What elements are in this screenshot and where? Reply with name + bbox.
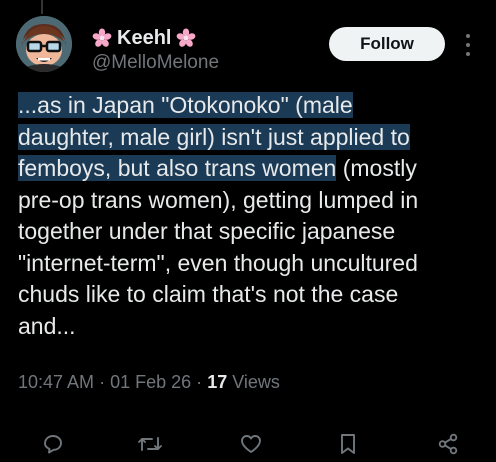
author-name-row[interactable]: Keehl xyxy=(92,26,196,50)
tweet-text: ...as in Japan "Otokonoko" (male daughte… xyxy=(18,90,488,342)
meta-separator: · xyxy=(99,372,106,392)
views-count[interactable]: 17 xyxy=(207,372,227,392)
avatar[interactable] xyxy=(16,16,72,72)
cherry-blossom-icon xyxy=(176,28,196,48)
tweet-text-fragment: (mostly xyxy=(336,155,417,181)
tweet-text-line: femboys, but also trans women (mostly xyxy=(18,153,488,185)
repost-icon[interactable] xyxy=(135,429,165,459)
tweet-text-line: pre-op trans women), getting lumped in xyxy=(18,186,419,213)
tweet-metadata: 10:47 AM · 01 Feb 26 · 17 Views xyxy=(18,370,280,394)
tweet-text-line: chuds like to claim that's not the case xyxy=(18,281,399,307)
highlighted-text: femboys, but also trans women xyxy=(18,155,337,181)
highlighted-text: ...as in Japan "Otokonoko" (male xyxy=(18,92,353,118)
bookmark-icon[interactable] xyxy=(333,429,363,459)
more-options-icon[interactable] xyxy=(460,34,476,56)
tweet-text-line: "internet-term", even though uncultured xyxy=(18,249,418,276)
tweet-time[interactable]: 10:47 AM xyxy=(18,372,94,392)
tweet-action-bar xyxy=(0,425,496,462)
meta-separator: · xyxy=(196,372,203,392)
follow-button[interactable]: Follow xyxy=(329,27,445,61)
tweet-date[interactable]: 01 Feb 26 xyxy=(110,372,191,392)
thread-connector-line xyxy=(41,0,43,14)
author-handle[interactable]: @MelloMelone xyxy=(92,52,219,74)
reply-icon[interactable] xyxy=(38,429,68,459)
tweet-text-line: ...as in Japan "Otokonoko" (male xyxy=(18,90,488,122)
tweet-text-line: daughter, male girl) isn't just applied … xyxy=(18,122,488,154)
author-display-name: Keehl xyxy=(117,27,172,49)
avatar-image xyxy=(16,16,72,72)
cherry-blossom-icon xyxy=(92,28,112,48)
tweet-text-line: together under that specific japanese xyxy=(18,218,396,244)
like-icon[interactable] xyxy=(236,429,266,459)
share-icon[interactable] xyxy=(433,429,463,459)
highlighted-text: daughter, male girl) isn't just applied … xyxy=(18,123,410,150)
views-label[interactable]: Views xyxy=(232,372,280,392)
tweet-text-line: and... xyxy=(18,312,76,339)
